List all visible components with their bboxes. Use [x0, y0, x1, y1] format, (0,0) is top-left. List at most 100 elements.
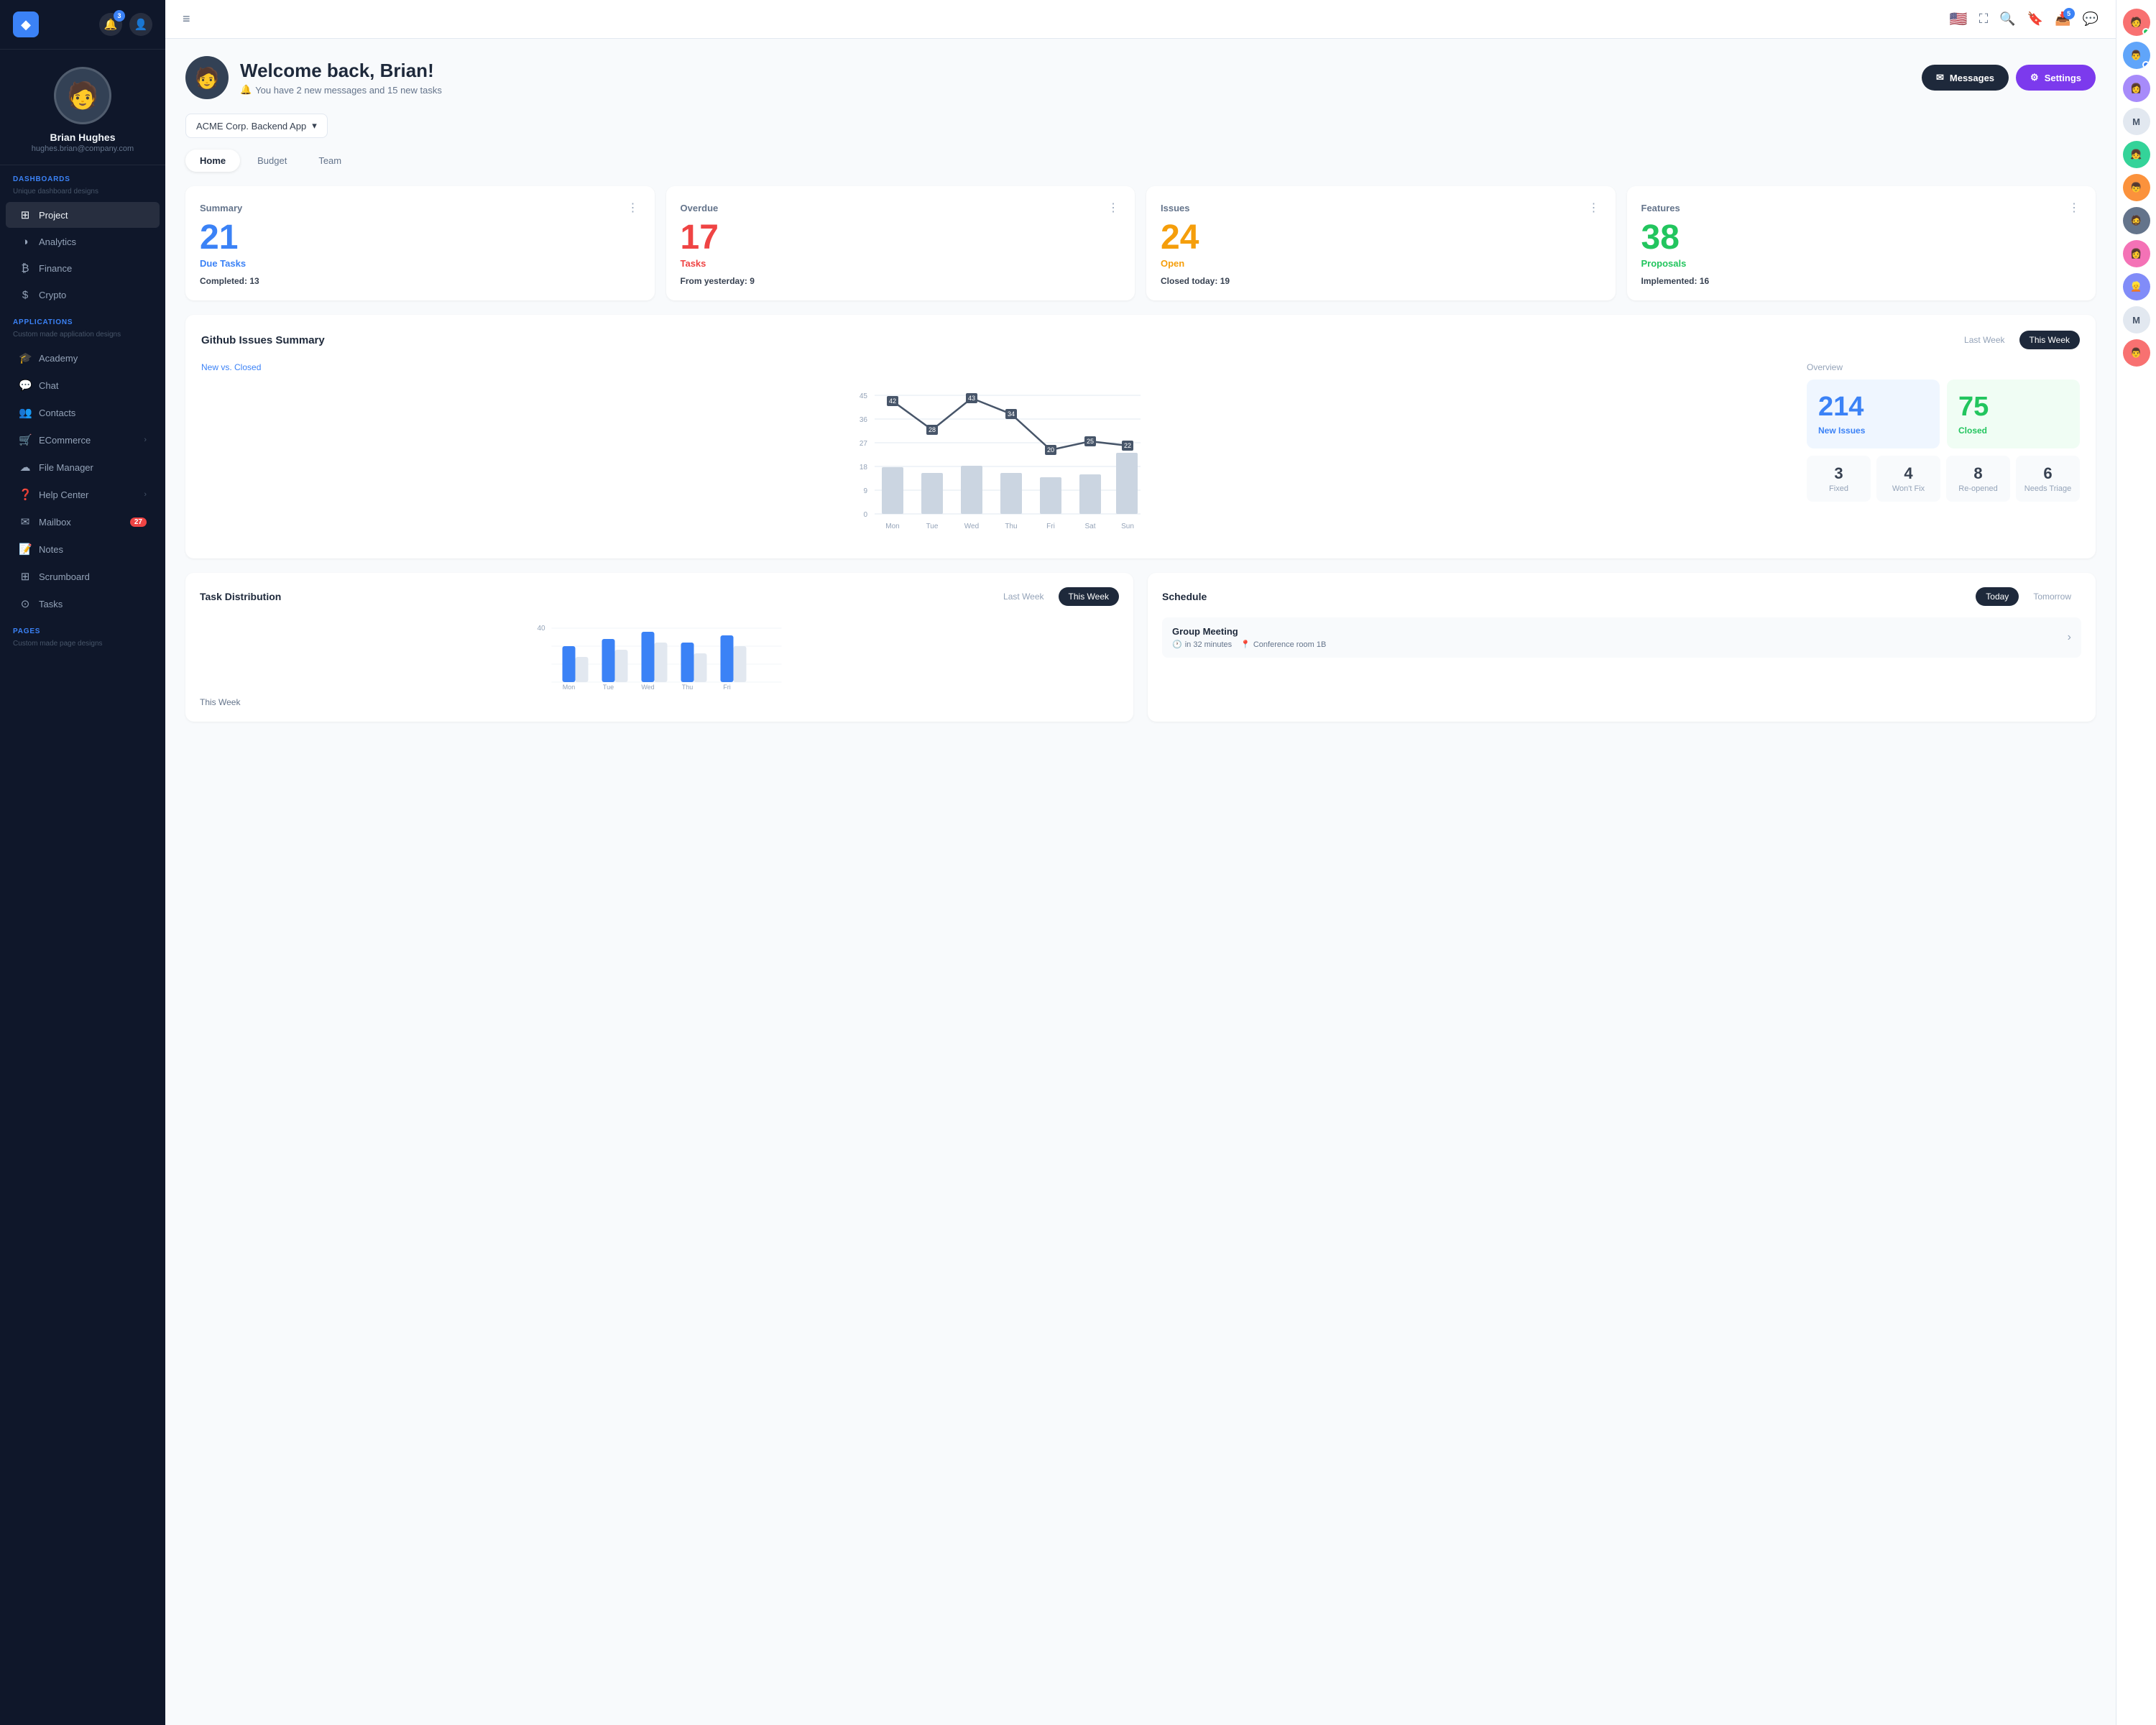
- svg-text:27: 27: [860, 440, 868, 448]
- sidebar-item-filemanager[interactable]: ☁ File Manager: [6, 454, 160, 480]
- right-avatar-6[interactable]: 👦: [2123, 174, 2150, 201]
- sidebar-item-label-notes: Notes: [39, 544, 63, 555]
- right-avatar-11[interactable]: 👨: [2123, 339, 2150, 367]
- bookmark-icon[interactable]: 🔖: [2027, 12, 2043, 27]
- project-selector-label: ACME Corp. Backend App: [196, 121, 306, 132]
- svg-text:28: 28: [929, 426, 936, 433]
- notifications-button[interactable]: 🔔 3: [99, 13, 122, 36]
- tab-budget[interactable]: Budget: [243, 150, 301, 172]
- features-card-menu[interactable]: ⋮: [2068, 201, 2081, 215]
- closed-card: 75 Closed: [1947, 380, 2080, 448]
- features-card-label: Proposals: [1641, 258, 2082, 269]
- svg-text:Sun: Sun: [1121, 523, 1134, 530]
- hamburger-button[interactable]: ≡: [183, 12, 190, 27]
- sidebar-item-helpcenter[interactable]: ❓ Help Center ›: [6, 482, 160, 507]
- schedule-event: Group Meeting 🕐 in 32 minutes 📍 Conferen…: [1162, 617, 2081, 658]
- github-section-title: Github Issues Summary: [201, 334, 325, 346]
- online-indicator-1: [2142, 28, 2150, 35]
- schedule-card: Schedule Today Tomorrow Group Meeting 🕐 …: [1148, 573, 2096, 722]
- settings-button[interactable]: ⚙ Settings: [2016, 65, 2096, 91]
- sidebar-item-analytics[interactable]: ◑ Analytics: [6, 229, 160, 254]
- tab-home[interactable]: Home: [185, 150, 240, 172]
- chart-label: New vs. Closed: [201, 362, 1792, 372]
- sidebar-item-scrumboard[interactable]: ⊞ Scrumboard: [6, 564, 160, 589]
- schedule-arrow-icon[interactable]: ›: [2068, 631, 2071, 644]
- flag-icon[interactable]: 🇺🇸: [1950, 10, 1968, 28]
- helpcenter-arrow: ›: [144, 490, 147, 499]
- features-card-number: 38: [1641, 221, 2082, 255]
- sidebar-item-crypto[interactable]: $ Crypto: [6, 282, 160, 308]
- chart-area: New vs. Closed 45 36 27 18: [201, 362, 1792, 543]
- inbox-icon[interactable]: 📥 5: [2055, 12, 2070, 27]
- right-avatar-1[interactable]: 🧑: [2123, 9, 2150, 36]
- svg-text:Fri: Fri: [1046, 523, 1055, 530]
- welcome-subtitle: 🔔 You have 2 new messages and 15 new tas…: [240, 84, 442, 96]
- summary-card-menu[interactable]: ⋮: [627, 201, 640, 215]
- issues-card-menu[interactable]: ⋮: [1588, 201, 1601, 215]
- overdue-card-menu[interactable]: ⋮: [1107, 201, 1120, 215]
- svg-text:Mon: Mon: [885, 523, 899, 530]
- profile-icon-button[interactable]: 👤: [129, 13, 152, 36]
- task-distribution-card: Task Distribution Last Week This Week 40: [185, 573, 1133, 722]
- svg-text:18: 18: [860, 464, 868, 472]
- triage-stat: 6 Needs Triage: [2016, 456, 2080, 502]
- right-avatar-7[interactable]: 🧔: [2123, 207, 2150, 234]
- profile-section: 🧑 Brian Hughes hughes.brian@company.com: [0, 50, 165, 165]
- sidebar-item-mailbox[interactable]: ✉ Mailbox 27: [6, 509, 160, 535]
- apps-section-sublabel: Custom made application designs: [0, 331, 165, 344]
- today-button[interactable]: Today: [1976, 587, 2019, 606]
- topbar: ≡ 🇺🇸 ⛶ 🔍 🔖 📥 5 💬: [165, 0, 2116, 39]
- search-icon[interactable]: 🔍: [1999, 12, 2015, 27]
- sidebar-item-academy[interactable]: 🎓 Academy: [6, 345, 160, 371]
- last-week-button[interactable]: Last Week: [1954, 331, 2014, 349]
- mailbox-icon: ✉: [19, 515, 32, 528]
- sidebar-item-contacts[interactable]: 👥 Contacts: [6, 400, 160, 426]
- sidebar-item-ecommerce[interactable]: 🛒 ECommerce ›: [6, 427, 160, 453]
- schedule-title: Schedule: [1162, 591, 1207, 602]
- sidebar-top: ◆ 🔔 3 👤: [0, 0, 165, 50]
- notes-icon: 📝: [19, 543, 32, 556]
- sidebar-item-notes[interactable]: 📝 Notes: [6, 536, 160, 562]
- right-avatar-5[interactable]: 👧: [2123, 141, 2150, 168]
- summary-cards: Summary ⋮ 21 Due Tasks Completed: 13 Ove…: [185, 186, 2096, 300]
- wontfix-label: Won't Fix: [1884, 484, 1933, 493]
- svg-text:20: 20: [1047, 446, 1054, 454]
- svg-text:Wed: Wed: [964, 523, 979, 530]
- svg-text:Tue: Tue: [926, 523, 939, 530]
- app-logo[interactable]: ◆: [13, 12, 39, 37]
- helpcenter-icon: ❓: [19, 488, 32, 501]
- right-avatar-4[interactable]: M: [2123, 108, 2150, 135]
- issues-card: Issues ⋮ 24 Open Closed today: 19: [1146, 186, 1616, 300]
- svg-text:Fri: Fri: [723, 684, 731, 689]
- tab-team[interactable]: Team: [304, 150, 356, 172]
- project-selector[interactable]: ACME Corp. Backend App ▾: [185, 114, 328, 138]
- this-week-button[interactable]: This Week: [2019, 331, 2080, 349]
- sidebar-item-finance[interactable]: ₿ Finance: [6, 256, 160, 281]
- task-this-week-button[interactable]: This Week: [1059, 587, 1119, 606]
- sidebar-item-project[interactable]: ⊞ Project: [6, 202, 160, 228]
- fullscreen-icon[interactable]: ⛶: [1979, 12, 1989, 27]
- sidebar-item-chat[interactable]: 💬 Chat: [6, 372, 160, 398]
- overdue-card-title: Overdue: [681, 203, 719, 213]
- right-avatar-8[interactable]: 👩: [2123, 240, 2150, 267]
- tasks-icon: ⊙: [19, 597, 32, 610]
- new-issues-label: New Issues: [1818, 426, 1928, 436]
- reopened-stat: 8 Re-opened: [1946, 456, 2010, 502]
- status-dot-2: [2142, 61, 2150, 68]
- right-avatar-10[interactable]: M: [2123, 306, 2150, 334]
- messages-button[interactable]: ✉ Messages: [1922, 65, 2009, 91]
- right-avatar-9[interactable]: 👱: [2123, 273, 2150, 300]
- task-last-week-button[interactable]: Last Week: [993, 587, 1054, 606]
- overview-label: Overview: [1807, 362, 2080, 372]
- tomorrow-button[interactable]: Tomorrow: [2023, 587, 2081, 606]
- sidebar-item-tasks[interactable]: ⊙ Tasks: [6, 591, 160, 617]
- chat-topbar-icon[interactable]: 💬: [2083, 12, 2099, 27]
- settings-button-label: Settings: [2045, 73, 2081, 83]
- right-avatar-3[interactable]: 👩: [2123, 75, 2150, 102]
- svg-text:25: 25: [1087, 438, 1094, 445]
- sidebar-item-label-filemanager: File Manager: [39, 462, 93, 473]
- right-avatar-2[interactable]: 👨: [2123, 42, 2150, 69]
- sidebar-item-label-finance: Finance: [39, 263, 72, 274]
- fixed-stat: 3 Fixed: [1807, 456, 1871, 502]
- issues-card-title: Issues: [1161, 203, 1189, 213]
